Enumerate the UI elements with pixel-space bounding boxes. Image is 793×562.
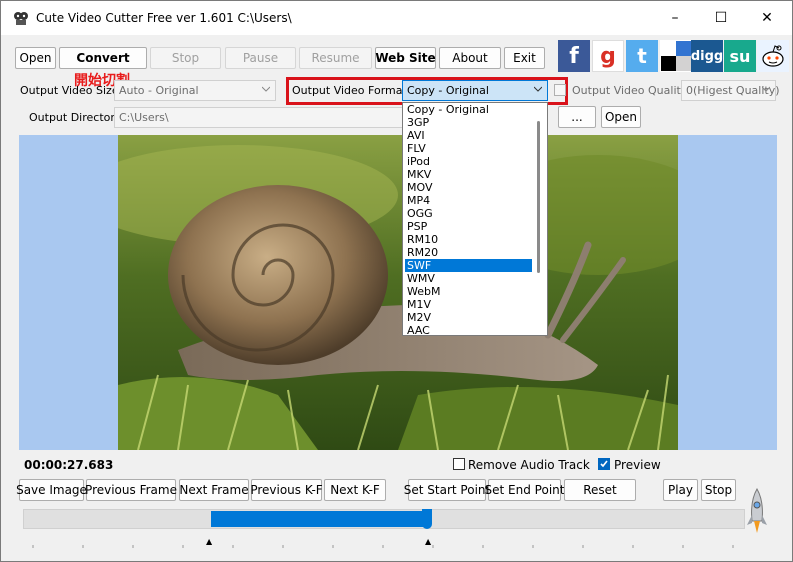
- output-directory-label: Output Directory:: [29, 111, 125, 124]
- output-format-value: Copy - Original: [407, 84, 489, 97]
- stop-playback-button[interactable]: Stop: [701, 479, 736, 501]
- format-option[interactable]: RM20: [405, 246, 532, 259]
- format-option[interactable]: MOV: [405, 181, 532, 194]
- format-option[interactable]: WebM: [405, 285, 532, 298]
- facebook-icon[interactable]: f: [558, 40, 590, 72]
- format-option[interactable]: PSP: [405, 220, 532, 233]
- reddit-alien-icon: [762, 45, 784, 67]
- chevron-down-icon: [534, 86, 542, 92]
- output-size-select[interactable]: Auto - Original: [114, 80, 276, 101]
- next-frame-button[interactable]: Next Frame: [179, 479, 249, 501]
- title-bar[interactable]: Cute Video Cutter Free ver 1.601 C:\User…: [1, 1, 792, 35]
- open-directory-button[interactable]: Open: [601, 106, 641, 128]
- delicious-squares-icon: [661, 41, 691, 71]
- timeline-ticks: [23, 539, 745, 548]
- output-size-label: Output Video Size:: [20, 84, 123, 97]
- chevron-down-icon: [762, 86, 770, 92]
- format-option[interactable]: AVI: [405, 129, 532, 142]
- app-window: Cute Video Cutter Free ver 1.601 C:\User…: [0, 0, 793, 562]
- output-directory-field[interactable]: C:\Users\: [114, 107, 404, 128]
- reset-button[interactable]: Reset: [564, 479, 636, 501]
- exit-button[interactable]: Exit: [504, 47, 545, 69]
- remove-audio-label: Remove Audio Track: [468, 458, 590, 472]
- selected-range: [211, 511, 428, 527]
- output-quality-select[interactable]: 0(Higest Quality): [681, 80, 780, 101]
- format-option[interactable]: iPod: [405, 155, 532, 168]
- close-button[interactable]: ✕: [744, 1, 790, 35]
- format-option[interactable]: M2V: [405, 311, 532, 324]
- output-size-value: Auto - Original: [119, 84, 199, 97]
- resume-button[interactable]: Resume: [299, 47, 372, 69]
- tick-marks-icon: [32, 545, 734, 548]
- format-option[interactable]: FLV: [405, 142, 532, 155]
- open-button[interactable]: Open: [15, 47, 56, 69]
- format-option[interactable]: MP4: [405, 194, 532, 207]
- stop-button[interactable]: Stop: [150, 47, 221, 69]
- set-start-point-button[interactable]: Set Start Point: [404, 479, 490, 501]
- twitter-icon[interactable]: t: [626, 40, 658, 72]
- checkmark-icon: [600, 460, 608, 468]
- pause-button[interactable]: Pause: [225, 47, 296, 69]
- output-quality-label: Output Video Quality: [572, 84, 688, 97]
- minimize-button[interactable]: –: [652, 1, 698, 35]
- video-frame-image: [118, 135, 678, 450]
- dropdown-scrollbar[interactable]: [537, 121, 540, 273]
- play-button[interactable]: Play: [663, 479, 698, 501]
- video-preview[interactable]: [19, 135, 777, 450]
- format-option[interactable]: WMV: [405, 272, 532, 285]
- snail-frame-icon: [118, 135, 678, 450]
- format-option[interactable]: 3GP: [405, 116, 532, 129]
- format-dropdown-list[interactable]: Copy - Original 3GP AVI FLV iPod MKV MOV MP4 OGG…: [402, 102, 548, 336]
- output-format-select[interactable]: Copy - Original: [402, 80, 548, 101]
- delicious-icon[interactable]: [660, 40, 692, 72]
- maximize-button[interactable]: ☐: [698, 1, 744, 35]
- save-image-button[interactable]: Save Image: [16, 479, 87, 501]
- timeline-thumb[interactable]: [422, 509, 432, 529]
- about-button[interactable]: About: [439, 47, 501, 69]
- digg-icon[interactable]: digg: [691, 40, 723, 72]
- rocket-icon[interactable]: [746, 487, 768, 537]
- chevron-down-icon: [262, 86, 270, 92]
- window-title: Cute Video Cutter Free ver 1.601 C:\User…: [36, 11, 292, 25]
- output-format-label: Output Video Format:: [292, 84, 411, 97]
- output-quality-checkbox[interactable]: [554, 84, 566, 96]
- previous-frame-button[interactable]: Previous Frame: [85, 479, 177, 501]
- website-button[interactable]: Web Site: [375, 47, 436, 69]
- format-option[interactable]: MKV: [405, 168, 532, 181]
- reddit-icon[interactable]: [757, 40, 789, 72]
- preview-label: Preview: [614, 458, 661, 472]
- google-icon[interactable]: g: [592, 40, 624, 72]
- preview-checkbox[interactable]: [598, 458, 610, 470]
- stumbleupon-icon[interactable]: su: [724, 40, 756, 72]
- next-keyframe-button[interactable]: Next K-F: [324, 479, 386, 501]
- convert-button[interactable]: Convert: [59, 47, 147, 69]
- set-end-point-button[interactable]: Set End Point: [485, 479, 564, 501]
- format-option[interactable]: RM10: [405, 233, 532, 246]
- format-option[interactable]: SWF: [405, 259, 532, 272]
- browse-button[interactable]: ...: [558, 106, 596, 128]
- film-reel-icon: [14, 12, 28, 25]
- time-readout: 00:00:27.683: [24, 458, 114, 472]
- format-option[interactable]: M1V: [405, 298, 532, 311]
- previous-keyframe-button[interactable]: Previous K-F: [250, 479, 323, 501]
- remove-audio-checkbox[interactable]: [453, 458, 465, 470]
- format-option[interactable]: Copy - Original: [405, 103, 532, 116]
- format-option[interactable]: OGG: [405, 207, 532, 220]
- format-option[interactable]: AAC: [405, 324, 532, 335]
